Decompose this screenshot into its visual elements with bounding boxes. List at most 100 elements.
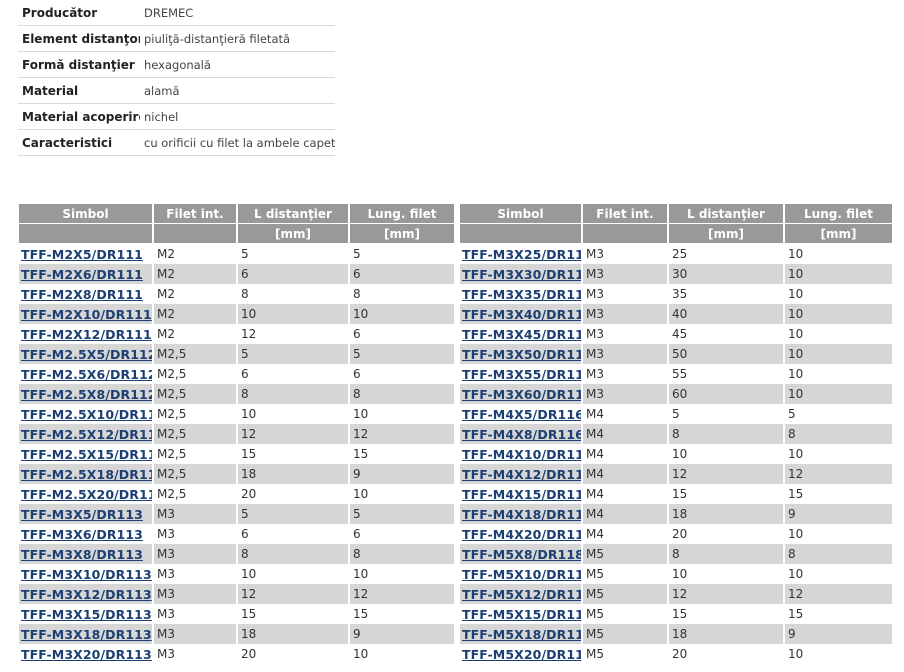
product-symbol-link[interactable]: TFF-M5X20/DR118 bbox=[462, 647, 581, 662]
product-symbol-link[interactable]: TFF-M2.5X12/DR112 bbox=[21, 427, 152, 442]
unit-cell-empty bbox=[154, 224, 238, 244]
thread-cell: M2 bbox=[154, 304, 238, 324]
product-symbol-link[interactable]: TFF-M4X12/DR116 bbox=[462, 467, 581, 482]
table-row: TFF-M5X18/DR118 M5 18 9 bbox=[460, 624, 892, 644]
table-row: TFF-M3X15/DR113 M3 15 15 bbox=[19, 604, 454, 624]
product-symbol-link[interactable]: TFF-M3X30/DR113 bbox=[462, 267, 581, 282]
product-symbol-link[interactable]: TFF-M3X10/DR113 bbox=[21, 567, 152, 582]
thread-cell: M2,5 bbox=[154, 444, 238, 464]
thread-length-cell: 5 bbox=[353, 247, 361, 261]
thread-length-cell: 10 bbox=[785, 304, 892, 324]
product-symbol-link[interactable]: TFF-M4X15/DR116 bbox=[462, 487, 581, 502]
product-symbol-link[interactable]: TFF-M3X5/DR113 bbox=[21, 507, 143, 522]
symbol-cell: TFF-M2.5X10/DR112 bbox=[19, 404, 154, 424]
table-row: TFF-M2.5X15/DR112 M2,5 15 15 bbox=[19, 444, 454, 464]
length-cell: 10 bbox=[238, 564, 350, 584]
product-symbol-link[interactable]: TFF-M4X5/DR116 bbox=[462, 407, 581, 422]
product-table-right-body: TFF-M3X25/DR113 M3 25 10 TFF-M3X30/DR113 M3 30… bbox=[460, 244, 892, 664]
thread-length-cell: 5 bbox=[350, 344, 454, 364]
thread-length-cell: 10 bbox=[788, 447, 804, 461]
length-cell: 10 bbox=[669, 564, 785, 584]
thread-cell: M4 bbox=[583, 444, 669, 464]
product-symbol-link[interactable]: TFF-M2.5X18/DR112 bbox=[21, 467, 152, 482]
spec-row: Element distanţor piuliţă-distanţieră fi… bbox=[18, 25, 335, 52]
specs-table: Producător DREMEC Element distanţor piul… bbox=[18, 0, 335, 156]
product-symbol-link[interactable]: TFF-M2.5X6/DR112 bbox=[21, 367, 152, 382]
symbol-cell: TFF-M4X10/DR116 bbox=[460, 444, 583, 464]
length-cell: 30 bbox=[669, 264, 785, 284]
table-row: TFF-M5X10/DR118 M5 10 10 bbox=[460, 564, 892, 584]
length-cell: 8 bbox=[238, 284, 350, 304]
symbol-cell: TFF-M5X10/DR118 bbox=[460, 564, 583, 584]
product-symbol-link[interactable]: TFF-M3X20/DR113 bbox=[21, 647, 152, 662]
product-symbol-link[interactable]: TFF-M4X18/DR116 bbox=[462, 507, 581, 522]
product-table-right: Simbol Filet int. L distanţier Lung. fil… bbox=[460, 204, 892, 664]
length-cell: 5 bbox=[238, 244, 350, 264]
symbol-cell: TFF-M4X18/DR116 bbox=[460, 504, 583, 524]
product-symbol-link[interactable]: TFF-M3X18/DR113 bbox=[21, 627, 152, 642]
product-symbol-link[interactable]: TFF-M2X5/DR111 bbox=[21, 247, 143, 262]
thread-cell: M4 bbox=[583, 424, 669, 444]
product-symbol-link[interactable]: TFF-M5X12/DR118 bbox=[462, 587, 581, 602]
product-symbol-link[interactable]: TFF-M3X60/DR113 bbox=[462, 387, 581, 402]
symbol-cell: TFF-M2X8/DR111 bbox=[19, 284, 154, 304]
product-symbol-link[interactable]: TFF-M2.5X15/DR112 bbox=[21, 447, 152, 462]
product-symbol-link[interactable]: TFF-M2X12/DR111 bbox=[21, 327, 152, 342]
product-symbol-link[interactable]: TFF-M2.5X20/DR112 bbox=[21, 487, 152, 502]
thread-cell: M3 bbox=[583, 244, 669, 264]
product-symbol-link[interactable]: TFF-M3X40/DR113 bbox=[462, 307, 581, 322]
product-symbol-link[interactable]: TFF-M2.5X8/DR112 bbox=[21, 387, 152, 402]
product-symbol-link[interactable]: TFF-M2X8/DR111 bbox=[21, 287, 143, 302]
table-row: TFF-M3X12/DR113 M3 12 12 bbox=[19, 584, 454, 604]
product-symbol-link[interactable]: TFF-M3X45/DR113 bbox=[462, 327, 581, 342]
product-symbol-link[interactable]: TFF-M3X8/DR113 bbox=[21, 547, 143, 562]
col-header-lung-filet: Lung. filet bbox=[785, 204, 892, 224]
thread-cell: M4 bbox=[583, 504, 669, 524]
table-header-row: Simbol Filet int. L distanţier Lung. fil… bbox=[19, 204, 454, 224]
symbol-cell: TFF-M2.5X6/DR112 bbox=[19, 364, 154, 384]
symbol-cell: TFF-M3X15/DR113 bbox=[19, 604, 154, 624]
table-row: TFF-M2.5X8/DR112 M2,5 8 8 bbox=[19, 384, 454, 404]
length-cell: 6 bbox=[238, 264, 350, 284]
product-symbol-link[interactable]: TFF-M3X25/DR113 bbox=[462, 247, 581, 262]
length-cell: 5 bbox=[238, 504, 350, 524]
symbol-cell: TFF-M3X40/DR113 bbox=[460, 304, 583, 324]
product-symbol-link[interactable]: TFF-M3X12/DR113 bbox=[21, 587, 152, 602]
symbol-cell: TFF-M3X20/DR113 bbox=[19, 644, 154, 664]
thread-cell: M5 bbox=[583, 564, 669, 584]
product-symbol-link[interactable]: TFF-M4X8/DR116 bbox=[462, 427, 581, 442]
product-symbol-link[interactable]: TFF-M5X8/DR118 bbox=[462, 547, 581, 562]
product-symbol-link[interactable]: TFF-M2.5X5/DR112 bbox=[21, 347, 152, 362]
product-symbol-link[interactable]: TFF-M3X15/DR113 bbox=[21, 607, 152, 622]
product-symbol-link[interactable]: TFF-M4X20/DR116 bbox=[462, 527, 581, 542]
product-symbol-link[interactable]: TFF-M5X10/DR118 bbox=[462, 567, 581, 582]
unit-cell-mm: [mm] bbox=[350, 224, 454, 244]
symbol-cell: TFF-M2X5/DR111 bbox=[19, 244, 154, 264]
thread-length-cell: 10 bbox=[788, 527, 804, 541]
product-symbol-link[interactable]: TFF-M4X10/DR116 bbox=[462, 447, 581, 462]
symbol-cell: TFF-M2.5X18/DR112 bbox=[19, 464, 154, 484]
symbol-cell: TFF-M3X18/DR113 bbox=[19, 624, 154, 644]
thread-length-cell: 12 bbox=[350, 424, 454, 444]
product-symbol-link[interactable]: TFF-M3X55/DR113 bbox=[462, 367, 581, 382]
product-symbol-link[interactable]: TFF-M3X35/DR113 bbox=[462, 287, 581, 302]
thread-length-cell: 8 bbox=[353, 287, 361, 301]
thread-cell: M4 bbox=[583, 404, 669, 424]
symbol-cell: TFF-M3X55/DR113 bbox=[460, 364, 583, 384]
product-symbol-link[interactable]: TFF-M2X6/DR111 bbox=[21, 267, 143, 282]
thread-cell: M3 bbox=[154, 584, 238, 604]
product-symbol-link[interactable]: TFF-M2X10/DR111 bbox=[21, 307, 152, 322]
product-symbol-link[interactable]: TFF-M5X15/DR118 bbox=[462, 607, 581, 622]
product-symbol-link[interactable]: TFF-M3X50/DR113 bbox=[462, 347, 581, 362]
thread-length-cell: 5 bbox=[350, 504, 454, 524]
product-symbol-link[interactable]: TFF-M2.5X10/DR112 bbox=[21, 407, 152, 422]
thread-cell: M3 bbox=[583, 364, 669, 384]
length-cell: 5 bbox=[669, 404, 785, 424]
product-symbol-link[interactable]: TFF-M5X18/DR118 bbox=[462, 627, 581, 642]
spec-label: Material acoperire bbox=[18, 103, 140, 130]
thread-cell: M3 bbox=[154, 604, 238, 624]
thread-cell: M3 bbox=[583, 324, 669, 344]
symbol-cell: TFF-M2.5X5/DR112 bbox=[19, 344, 154, 364]
col-header-simbol: Simbol bbox=[460, 204, 583, 224]
product-symbol-link[interactable]: TFF-M3X6/DR113 bbox=[21, 527, 143, 542]
